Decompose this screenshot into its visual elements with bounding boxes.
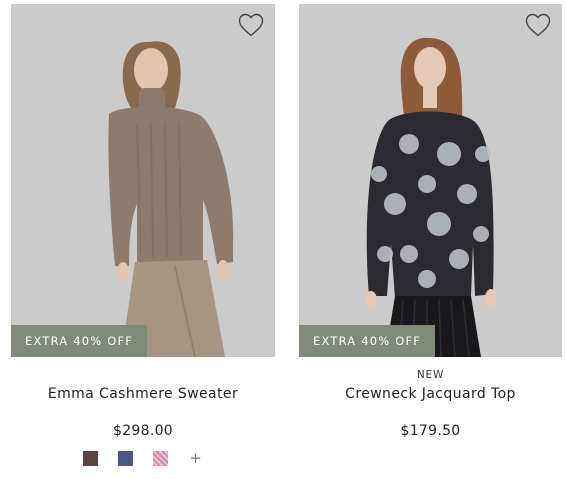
promo-badge: EXTRA 40% OFF [299, 325, 436, 357]
product-price: $179.50 [400, 423, 461, 439]
swatch-navy-blue[interactable] [118, 451, 133, 466]
product-name[interactable]: Emma Cashmere Sweater [11, 386, 275, 402]
product-image-container[interactable]: EXTRA 40% OFF [11, 4, 275, 357]
heart-outline-icon [525, 13, 551, 37]
product-price: $298.00 [113, 423, 173, 439]
product-image-container[interactable]: EXTRA 40% OFF [299, 4, 562, 357]
product-image[interactable] [299, 4, 562, 357]
product-tag: NEW [416, 369, 445, 381]
color-swatches: + [11, 451, 275, 466]
promo-badge: EXTRA 40% OFF [11, 325, 148, 357]
product-name[interactable]: Crewneck Jacquard Top [299, 386, 562, 402]
favorite-button[interactable] [237, 12, 265, 38]
product-tag [11, 369, 275, 383]
product-card[interactable]: EXTRA 40% OFF NEW Crewneck Jacquard Top … [299, 4, 562, 439]
product-image[interactable] [11, 4, 275, 357]
swatch-dark-brown[interactable] [83, 451, 98, 466]
swatch-pink-pattern[interactable] [153, 451, 168, 466]
heart-outline-icon [238, 13, 264, 37]
more-swatches-button[interactable]: + [188, 451, 203, 466]
product-card[interactable]: EXTRA 40% OFF Emma Cashmere Sweater $298… [11, 4, 275, 466]
favorite-button[interactable] [524, 12, 552, 38]
